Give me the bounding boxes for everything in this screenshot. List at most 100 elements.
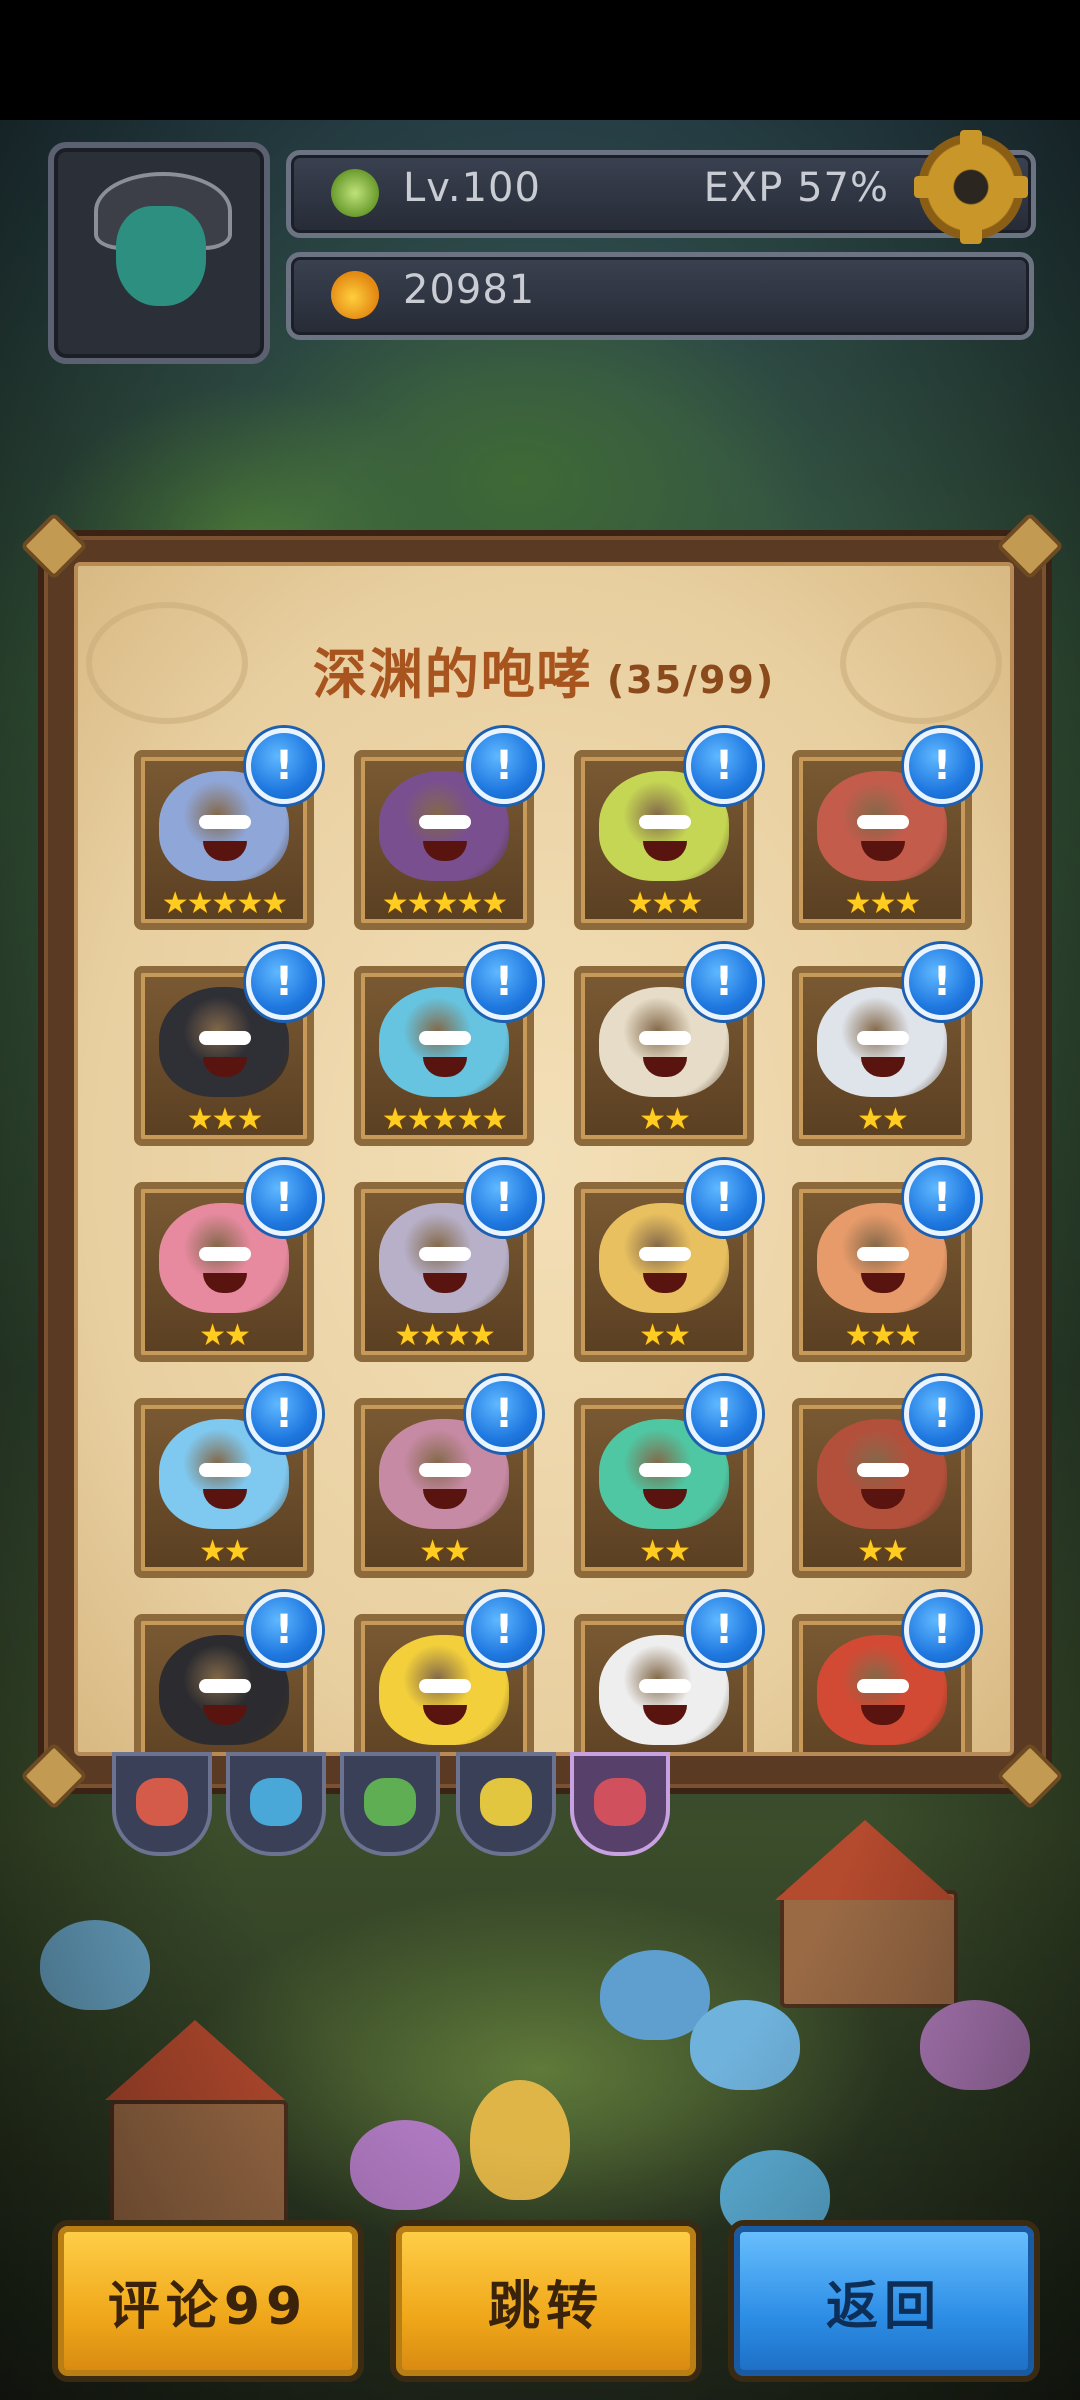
new-alert-badge-icon: ! xyxy=(686,1592,762,1668)
monster-eyes xyxy=(639,1031,691,1045)
album-title-text: 深渊的咆哮 xyxy=(312,643,593,706)
star-rating: ★★★★★ xyxy=(161,886,288,921)
star-rating: ★★★ xyxy=(844,1318,922,1353)
new-alert-badge-icon: ! xyxy=(466,1376,542,1452)
player-avatar[interactable] xyxy=(48,142,270,364)
new-alert-badge-icon: ! xyxy=(904,1160,980,1236)
avatar-face xyxy=(116,206,206,306)
monster-eyes xyxy=(199,1031,251,1045)
new-alert-badge-icon: ! xyxy=(466,728,542,804)
monster-mouth xyxy=(861,841,905,861)
comment-button[interactable]: 评论99 xyxy=(52,2220,364,2382)
exp-text: EXP 57% xyxy=(703,165,889,211)
monster-eyes xyxy=(639,1247,691,1261)
monster-eyes xyxy=(857,1031,909,1045)
monster-mouth xyxy=(861,1489,905,1509)
new-alert-badge-icon: ! xyxy=(246,728,322,804)
new-alert-badge-icon: ! xyxy=(904,1592,980,1668)
new-alert-badge-icon: ! xyxy=(246,1160,322,1236)
monster-mouth xyxy=(423,1273,467,1293)
monster-mouth xyxy=(423,841,467,861)
monster-mouth xyxy=(203,1489,247,1509)
star-rating: ★★★★ xyxy=(394,1318,496,1353)
new-alert-badge-icon: ! xyxy=(686,1160,762,1236)
new-alert-badge-icon: ! xyxy=(686,728,762,804)
monster-eyes xyxy=(639,1679,691,1693)
new-alert-badge-icon: ! xyxy=(466,944,542,1020)
monster-eyes xyxy=(199,815,251,829)
status-bar xyxy=(0,0,1080,120)
monster-head-icon xyxy=(364,1778,416,1826)
album-count: (35/99) xyxy=(606,658,776,702)
monster-eyes xyxy=(419,1463,471,1477)
new-alert-badge-icon: ! xyxy=(246,1592,322,1668)
new-alert-badge-icon: ! xyxy=(686,944,762,1020)
monster-mouth xyxy=(423,1705,467,1725)
monster-head-icon xyxy=(594,1778,646,1826)
monster-mouth xyxy=(643,841,687,861)
monster-mouth xyxy=(643,1057,687,1077)
monster-mouth xyxy=(203,1057,247,1077)
back-button[interactable]: 返回 xyxy=(728,2220,1040,2382)
tab-yellow[interactable] xyxy=(456,1752,556,1856)
star-rating: ★★★★★ xyxy=(381,886,508,921)
star-rating: ★★★★★ xyxy=(381,1102,508,1137)
monster-mouth xyxy=(861,1273,905,1293)
gold-bar: 20981 xyxy=(286,252,1034,340)
new-alert-badge-icon: ! xyxy=(904,944,980,1020)
album-panel: 深渊的咆哮 (35/99) ★★★★★! ★★★★★! ★★★! ★★★! ★★★! ★★★… xyxy=(74,562,1014,1756)
monster-eyes xyxy=(857,1679,909,1693)
star-rating: ★★ xyxy=(199,1318,251,1353)
jump-button[interactable]: 跳转 xyxy=(390,2220,702,2382)
tab-purple[interactable] xyxy=(570,1752,670,1856)
clover-icon xyxy=(331,169,379,217)
star-rating: ★★★ xyxy=(844,886,922,921)
new-alert-badge-icon: ! xyxy=(466,1160,542,1236)
star-rating: ★★ xyxy=(199,1534,251,1569)
settings-gear-icon[interactable] xyxy=(914,130,1028,244)
star-rating: ★★ xyxy=(857,1102,909,1137)
star-rating: ★★★ xyxy=(186,1102,264,1137)
star-rating: ★★ xyxy=(639,1102,691,1137)
monster-head-icon xyxy=(480,1778,532,1826)
monster-mouth xyxy=(643,1489,687,1509)
star-rating: ★★ xyxy=(639,1534,691,1569)
monster-eyes xyxy=(857,1247,909,1261)
monster-mouth xyxy=(203,1273,247,1293)
monster-mouth xyxy=(643,1705,687,1725)
monster-head-icon xyxy=(250,1778,302,1826)
new-alert-badge-icon: ! xyxy=(246,944,322,1020)
new-alert-badge-icon: ! xyxy=(904,728,980,804)
monster-head-icon xyxy=(136,1778,188,1826)
monster-mouth xyxy=(643,1273,687,1293)
monster-mouth xyxy=(203,841,247,861)
monster-eyes xyxy=(419,1247,471,1261)
monster-mouth xyxy=(861,1057,905,1077)
new-alert-badge-icon: ! xyxy=(686,1376,762,1452)
tab-blue[interactable] xyxy=(226,1752,326,1856)
monster-eyes xyxy=(199,1679,251,1693)
monster-mouth xyxy=(423,1057,467,1077)
monster-eyes xyxy=(419,1679,471,1693)
star-rating: ★★ xyxy=(857,1534,909,1569)
gold-amount: 20981 xyxy=(403,267,536,313)
monster-eyes xyxy=(639,815,691,829)
monster-eyes xyxy=(199,1247,251,1261)
new-alert-badge-icon: ! xyxy=(904,1376,980,1452)
monster-eyes xyxy=(419,1031,471,1045)
tab-red[interactable] xyxy=(112,1752,212,1856)
new-alert-badge-icon: ! xyxy=(246,1376,322,1452)
level-text: Lv.100 xyxy=(403,165,541,211)
monster-mouth xyxy=(861,1705,905,1725)
new-alert-badge-icon: ! xyxy=(466,1592,542,1668)
star-rating: ★★ xyxy=(419,1534,471,1569)
monster-eyes xyxy=(199,1463,251,1477)
monster-mouth xyxy=(203,1705,247,1725)
tab-green[interactable] xyxy=(340,1752,440,1856)
monster-eyes xyxy=(857,815,909,829)
monster-eyes xyxy=(639,1463,691,1477)
monster-mouth xyxy=(423,1489,467,1509)
monster-eyes xyxy=(857,1463,909,1477)
star-rating: ★★ xyxy=(639,1318,691,1353)
fruit-currency-icon xyxy=(331,271,379,319)
